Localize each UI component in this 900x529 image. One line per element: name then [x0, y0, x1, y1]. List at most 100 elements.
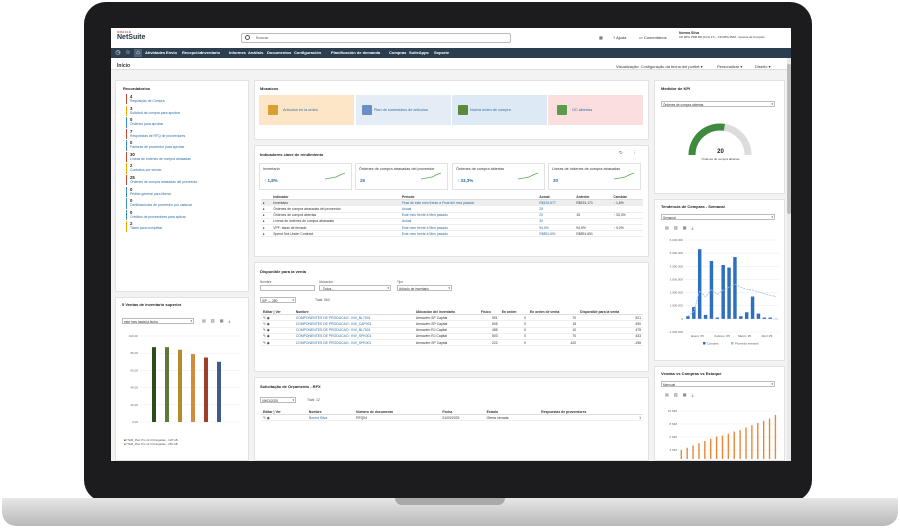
row-expand-icon[interactable]: ▸ — [261, 230, 272, 238]
weekly-period-select[interactable]: Semanal ▾ — [661, 214, 775, 220]
sales-bar[interactable] — [217, 361, 221, 422]
monthly-bar[interactable] — [710, 438, 712, 459]
weekly-bar[interactable] — [756, 313, 761, 319]
weekly-bar[interactable] — [733, 257, 737, 319]
reminder-link[interactable]: Órdenes de compra atrasadas del proveedo… — [130, 180, 246, 185]
sales-bar[interactable] — [152, 347, 156, 422]
star-icon[interactable]: ☆ — [124, 49, 132, 57]
reminder-item[interactable]: 3 Solicitud de compra para aprobar — [126, 105, 246, 116]
view-icon[interactable]: ◉ — [267, 334, 270, 338]
weekly-bar[interactable] — [715, 317, 720, 319]
reminder-item[interactable]: 0 Facturas de proveedor para aprobar — [126, 140, 246, 151]
nav-item[interactable]: Informes — [229, 50, 246, 55]
reminder-item[interactable]: 30 Líneas de órdenes de compra atrasadas — [126, 151, 246, 163]
weekly-bar[interactable] — [686, 316, 690, 319]
reminder-item[interactable]: 0 Órdenes para aprobar — [126, 117, 246, 128]
weekly-chart-tools[interactable]: ▤ ▥ ▦ ⤓ — [665, 225, 695, 230]
kpi-card[interactable]: Órdenes de compra abiertas ↑ 33,3% — [452, 163, 545, 190]
period-select[interactable]: este mes hasta la fecha ▾ — [122, 318, 194, 324]
clock-icon[interactable]: ◷ — [114, 49, 122, 57]
netsuite-logo[interactable]: NetSuite — [117, 34, 145, 41]
location-filter-select[interactable]: - Todos - ▾ — [319, 285, 391, 291]
refresh-icon[interactable]: ↻ — [619, 150, 623, 156]
home-icon[interactable]: ⌂ — [134, 49, 142, 57]
reminder-item[interactable]: 25 Órdenes de compra atrasadas del provee… — [126, 175, 246, 186]
weekly-bar[interactable] — [739, 316, 743, 319]
sales-bar[interactable] — [178, 349, 182, 422]
view-icon[interactable]: ◉ — [267, 316, 270, 320]
reminder-link[interactable]: Órdenes para aprobar — [130, 122, 246, 127]
kpi-period[interactable]: Este mes frente a Mes pasado — [399, 230, 538, 238]
tile-open-orders[interactable]: OC abiertas — [548, 95, 643, 125]
monthly-bar[interactable] — [762, 420, 765, 459]
monthly-bar[interactable] — [733, 431, 735, 459]
weekly-bar[interactable] — [768, 317, 772, 319]
monthly-bar[interactable] — [692, 445, 694, 460]
reminder-item[interactable]: 0 Créditos de proveedores para aplicar — [126, 209, 246, 221]
weekly-bar[interactable] — [703, 314, 708, 319]
weekly-bar[interactable] — [697, 249, 702, 319]
nav-item[interactable]: Configuración — [294, 50, 321, 55]
view-icon[interactable]: ◉ — [267, 416, 270, 420]
weekly-bar[interactable] — [721, 264, 725, 319]
search-input[interactable]: Buscar — [241, 33, 511, 43]
view-selector[interactable]: Visualização: Configuração da fecha del … — [616, 64, 703, 69]
tile-supply-plan[interactable]: Plan de suministros de artículos — [356, 95, 451, 125]
tile-new-purchase-order[interactable]: Nueva orden de compra — [452, 95, 547, 125]
tile-items-on-order[interactable]: Artículos en la orden — [259, 95, 354, 125]
item-name-link[interactable]: COMPONENTES DE PRODUCAO : INV_SPK001 — [293, 339, 414, 347]
kpi-current[interactable]: R$891.691 — [537, 230, 575, 238]
help-link[interactable]: ? Ajuda — [613, 35, 626, 40]
rfx-name-link[interactable]: Norma Silva — [306, 414, 355, 422]
view-icon[interactable]: ◉ — [267, 322, 270, 326]
kpi-row[interactable]: ▸ Spend Not Under Contract Este mes frente… — [261, 230, 643, 238]
rfx-date-select[interactable]: 09/03/2025 ▾ — [260, 397, 296, 403]
kpi-card[interactable]: Órdenes de compra atrasadas del proveedo… — [355, 163, 448, 190]
monthly-bar[interactable] — [768, 418, 771, 460]
weekly-bar[interactable] — [762, 317, 767, 319]
reminder-link[interactable]: Pedido general para liberar — [130, 192, 246, 197]
nav-item[interactable]: Análisis — [248, 50, 263, 55]
sales-bar[interactable] — [191, 354, 195, 422]
reminder-link[interactable]: Contratos por vencer — [130, 168, 246, 173]
reminder-link[interactable]: Certificaciones de proveedor por caducar — [130, 203, 246, 208]
monthly-bar[interactable] — [686, 447, 688, 459]
layout-button[interactable]: Diseño ▾ — [755, 64, 771, 69]
monthly-bar[interactable] — [698, 443, 700, 459]
kpi-card[interactable]: Líneas de órdenes de compra atrasadas 30 — [548, 163, 641, 190]
nav-item[interactable]: Envio — [166, 50, 177, 55]
nav-item[interactable]: Documentos — [267, 50, 291, 55]
scrollbar-thumb[interactable] — [787, 64, 791, 214]
monthly-chart-tools[interactable]: ▤ ▥ ▦ ⤓ — [665, 392, 695, 397]
monthly-bar[interactable] — [727, 433, 730, 459]
reminder-link[interactable]: Facturas de proveedor para aprobar — [130, 145, 246, 150]
reminder-link[interactable]: Líneas de órdenes de compra atrasadas — [130, 157, 246, 162]
monthly-bar[interactable] — [739, 430, 741, 459]
kpi-card[interactable]: Inventario ↑ 1,8% — [259, 163, 352, 190]
sales-bar[interactable] — [165, 347, 169, 422]
monthly-bar[interactable] — [680, 450, 682, 459]
more-icon[interactable]: ⋮ — [632, 150, 637, 156]
monthly-bar[interactable] — [745, 427, 747, 460]
monthly-bar[interactable] — [721, 435, 724, 459]
reminder-item[interactable]: 2 Contratos por vencer — [126, 163, 246, 174]
monthly-bar[interactable] — [751, 425, 753, 459]
nav-item[interactable]: Inventario — [201, 50, 220, 55]
reminder-item[interactable]: 2 Taxes para completar — [126, 221, 246, 232]
monthly-bar[interactable] — [715, 436, 718, 460]
view-icon[interactable]: ◉ — [267, 328, 270, 332]
type-filter-select[interactable]: Artículo de inventario ▾ — [397, 285, 452, 291]
monthly-bar[interactable] — [704, 441, 706, 459]
calendar-icon[interactable]: ▦ — [599, 35, 603, 40]
weekly-bar[interactable] — [744, 312, 749, 319]
chart-tools[interactable]: ▤ ▥ ▦ ⤓ — [202, 318, 232, 323]
nav-item[interactable]: SuiteApps — [409, 50, 429, 55]
monthly-bar[interactable] — [757, 423, 759, 459]
name-filter-input[interactable] — [260, 285, 315, 291]
nav-item[interactable]: Soporte — [434, 50, 449, 55]
reminder-item[interactable]: 0 Certificaciones de proveedor por caduca… — [126, 198, 246, 209]
reminder-link[interactable]: Respuestas de RFQ de proveedores — [130, 134, 246, 139]
monthly-period-select[interactable]: Mensual ▾ — [661, 381, 775, 387]
monthly-bar[interactable] — [774, 414, 777, 459]
user-menu[interactable]: Norma Silva CD MPG PRM BR (24.2) 3.5 – C… — [679, 31, 789, 39]
